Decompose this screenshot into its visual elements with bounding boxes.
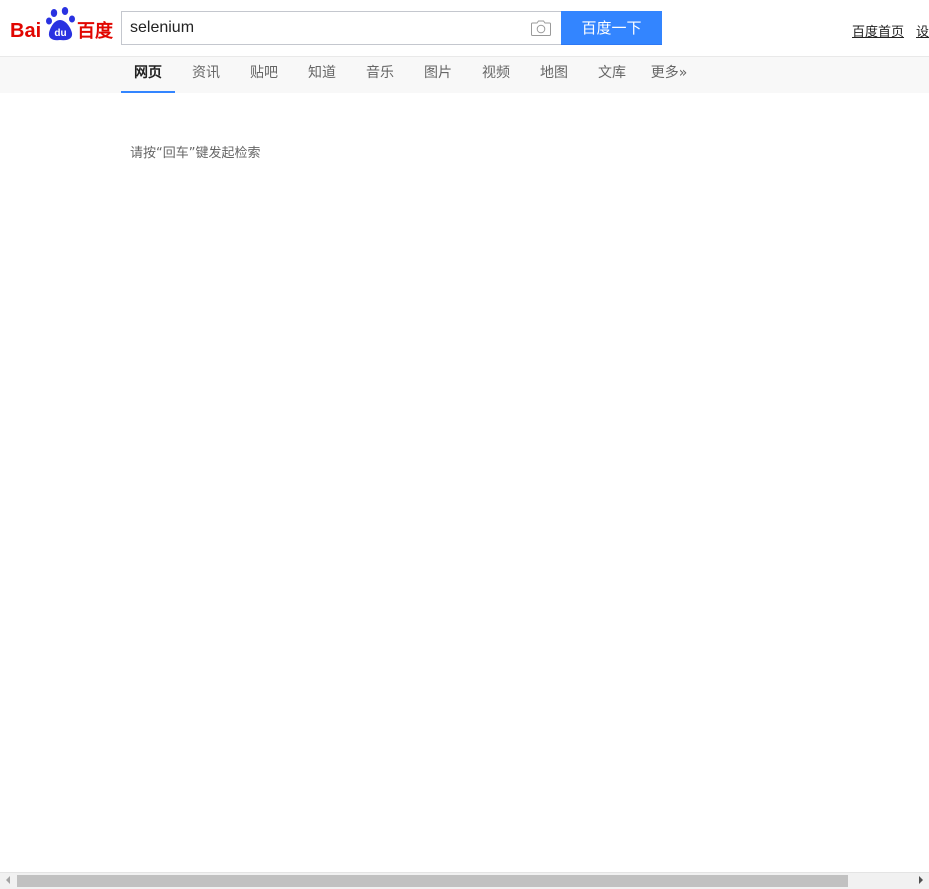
baidu-logo[interactable]: Bai du 百度 — [9, 6, 113, 44]
tab-zhidao[interactable]: 知道 — [303, 57, 341, 93]
tab-video[interactable]: 视频 — [477, 57, 515, 93]
logo-text-bai: Bai — [10, 20, 42, 42]
search-box — [121, 11, 561, 45]
header: Bai du 百度 百度一下 百度首页设置 — [0, 0, 929, 56]
horizontal-scrollbar[interactable] — [0, 872, 929, 889]
paw-icon: du — [46, 7, 75, 41]
tab-tieba[interactable]: 贴吧 — [245, 57, 283, 93]
tab-wenku[interactable]: 文库 — [593, 57, 631, 93]
top-link-home[interactable]: 百度首页 — [852, 25, 904, 40]
scrollbar-thumb[interactable] — [17, 875, 848, 887]
camera-icon[interactable] — [531, 20, 551, 36]
search-hint: 请按“回车”键发起检索 — [130, 146, 261, 161]
top-links: 百度首页设置 — [852, 21, 929, 40]
top-link-settings[interactable]: 设置 — [916, 25, 929, 40]
logo-text-cn: 百度 — [77, 21, 113, 41]
tab-map[interactable]: 地图 — [535, 57, 573, 93]
tab-images[interactable]: 图片 — [419, 57, 457, 93]
tab-news[interactable]: 资讯 — [187, 57, 225, 93]
scroll-left-arrow-icon[interactable] — [6, 876, 10, 884]
logo-badge-text: du — [54, 28, 66, 39]
tab-web[interactable]: 网页 — [121, 57, 175, 93]
tab-music[interactable]: 音乐 — [361, 57, 399, 93]
search-input[interactable] — [122, 12, 522, 44]
search-button[interactable]: 百度一下 — [561, 11, 662, 45]
tab-more[interactable]: 更多» — [648, 57, 690, 93]
search-tabs: 网页 资讯 贴吧 知道 音乐 图片 视频 地图 文库 更多» — [0, 56, 929, 93]
scroll-right-arrow-icon[interactable] — [919, 876, 923, 884]
